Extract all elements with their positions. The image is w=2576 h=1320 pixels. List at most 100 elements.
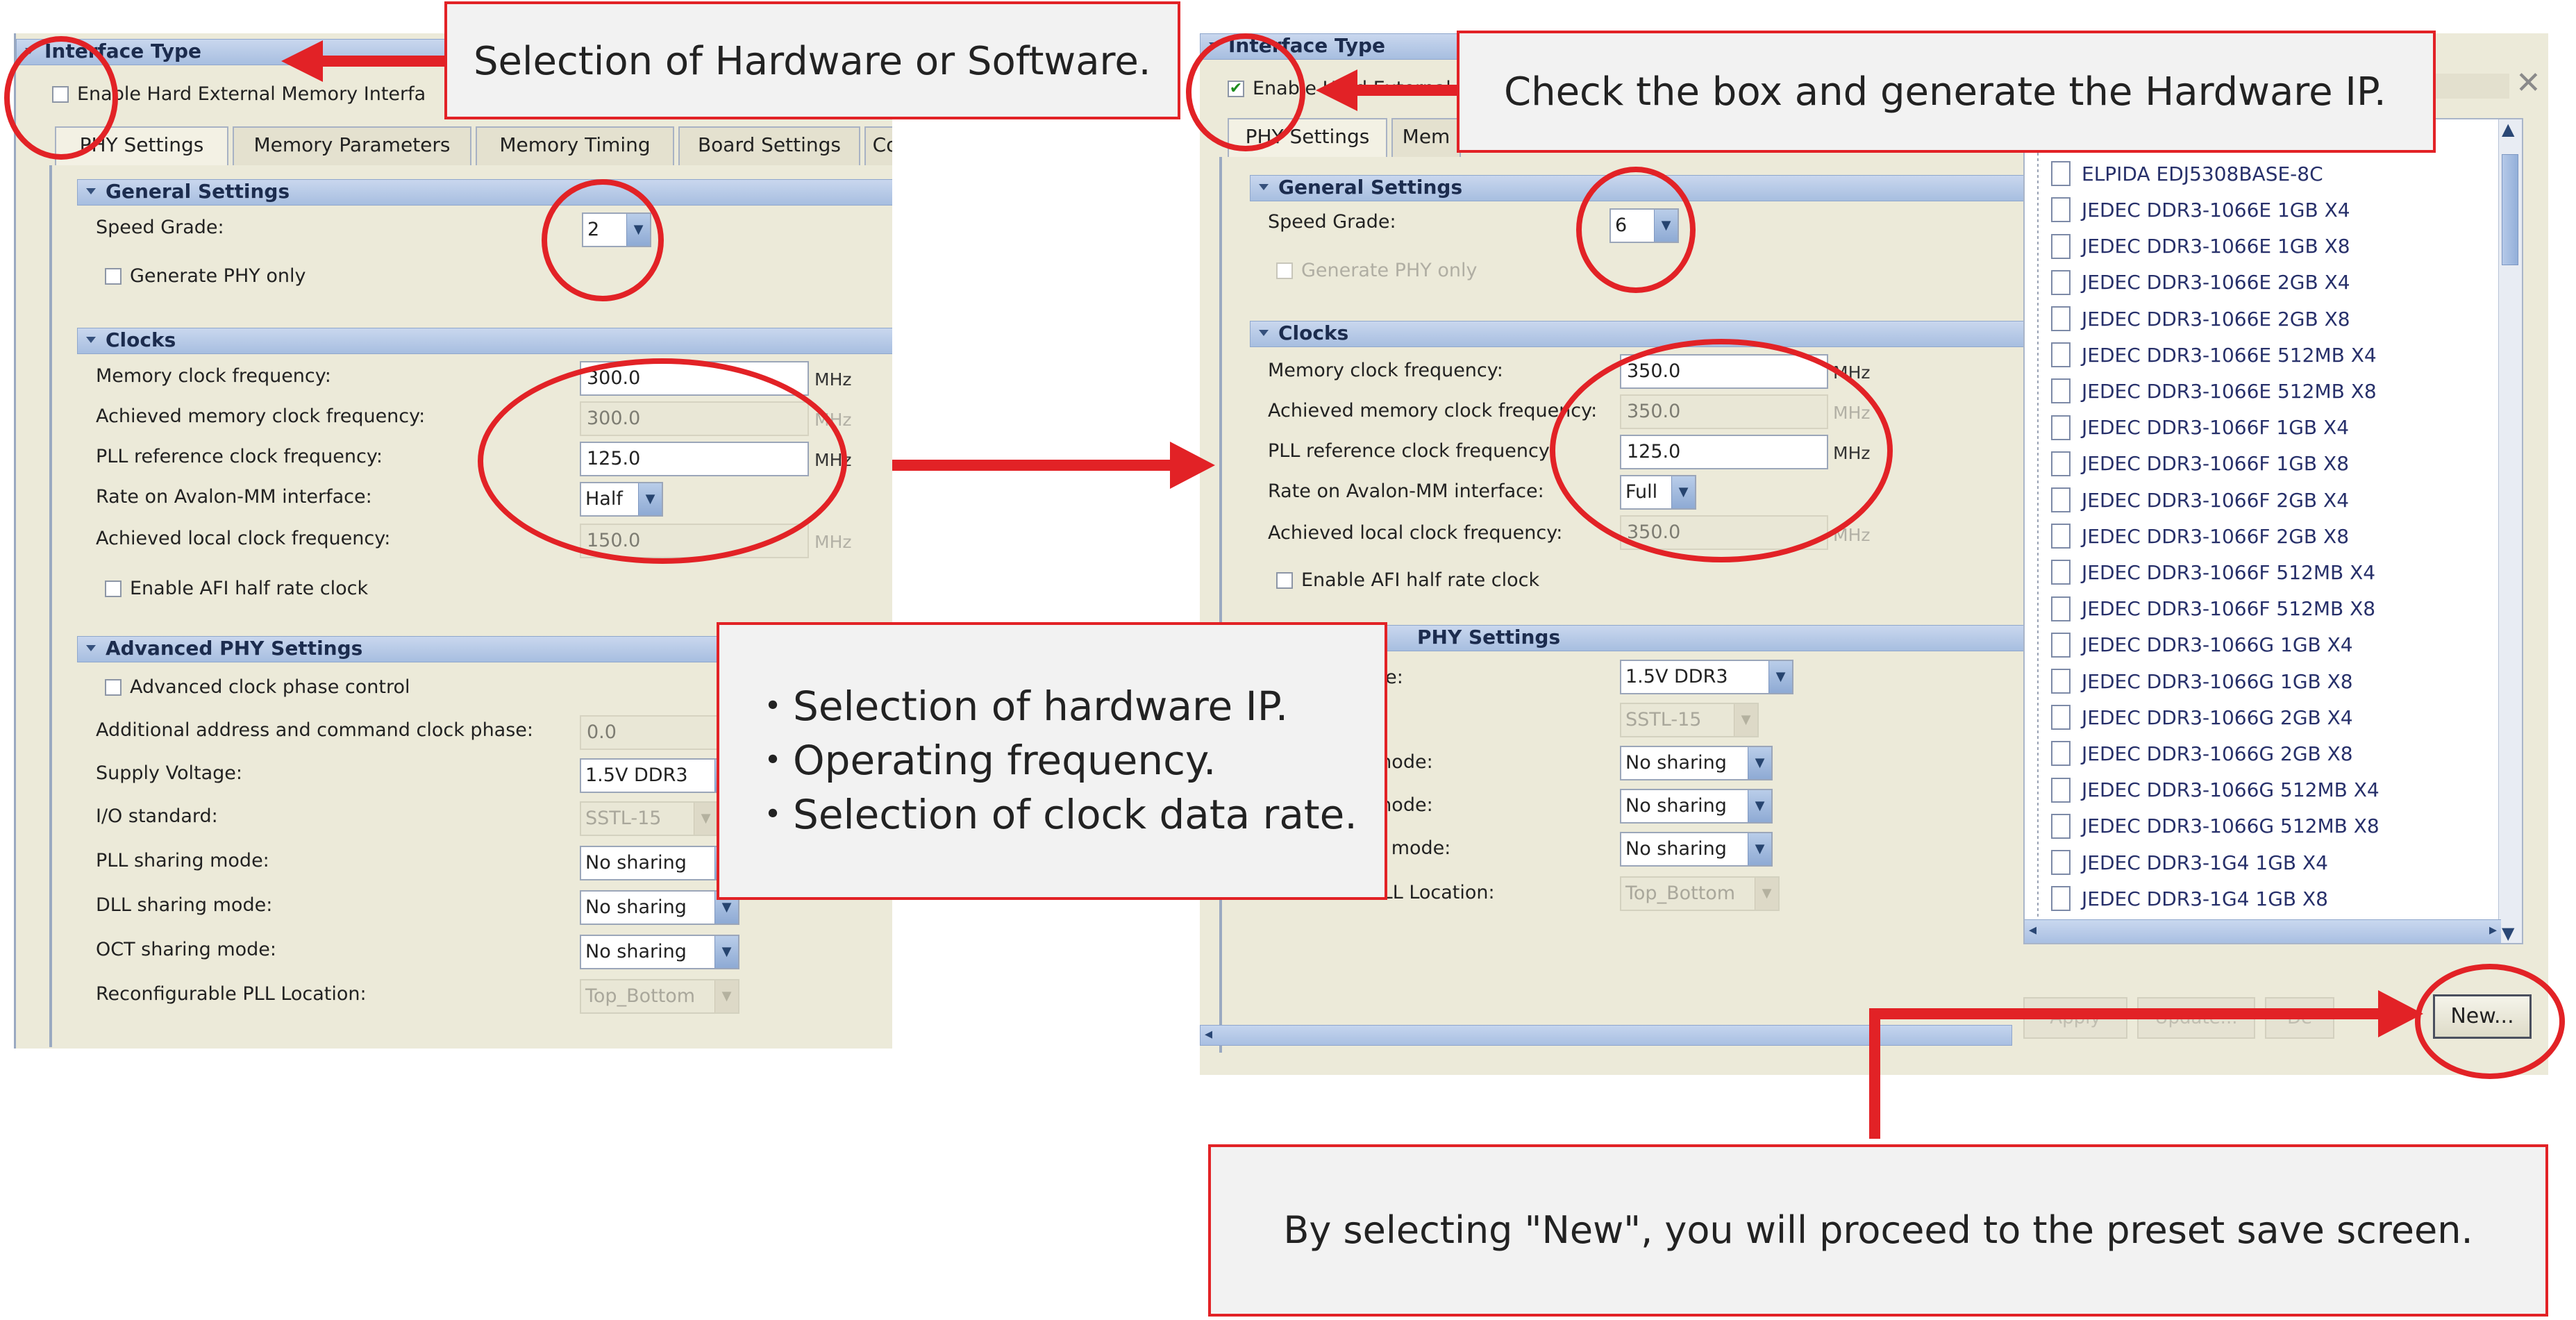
reconfigurable-pll-select: Top_Bottom ▼ bbox=[580, 979, 739, 1014]
speed-grade-label: Speed Grade: bbox=[1268, 211, 1396, 233]
preset-item[interactable]: JEDEC DDR3-1066F 2GB X8 bbox=[2051, 518, 2349, 554]
preset-item[interactable]: JEDEC DDR3-1066E 512MB X8 bbox=[2051, 373, 2377, 409]
chevron-left-icon[interactable]: ◂ bbox=[1205, 1026, 1212, 1043]
file-icon bbox=[2051, 378, 2071, 404]
supply-voltage-select[interactable]: 1.5V DDR3▼ bbox=[580, 758, 739, 793]
highlight-ring-right-clocks bbox=[1550, 339, 1893, 562]
file-icon bbox=[2051, 596, 2071, 621]
pll-sharing-select[interactable]: No sharing▼ bbox=[580, 846, 739, 880]
close-icon[interactable]: ✕ bbox=[2516, 65, 2541, 101]
pll-sharing-select[interactable]: No sharing▼ bbox=[1620, 746, 1773, 780]
dll-sharing-select[interactable]: No sharing ▼ bbox=[1620, 789, 1773, 824]
highlight-ring-right-speed-grade bbox=[1576, 167, 1696, 293]
checkbox-box[interactable] bbox=[105, 580, 122, 597]
tree-line bbox=[2037, 119, 2039, 918]
chevron-down-icon: ▼ bbox=[694, 803, 717, 835]
settings-horizontal-scrollbar[interactable]: ◂ bbox=[1200, 1025, 2012, 1046]
preset-item-label: JEDEC DDR3-1066G 512MB X4 bbox=[2082, 778, 2380, 802]
preset-list[interactable]: ELPIDA EDJ1108BASE-8CELPIDA EDJ5308BASE-… bbox=[2023, 118, 2523, 944]
chevron-down-icon[interactable]: ▼ bbox=[1748, 833, 1771, 865]
preset-item[interactable]: JEDEC DDR3-1066F 512MB X8 bbox=[2051, 591, 2375, 627]
preset-item[interactable]: JEDEC DDR3-1066F 2GB X4 bbox=[2051, 482, 2349, 518]
enable-afi-half-rate-checkbox[interactable]: Enable AFI half rate clock bbox=[1276, 569, 1539, 591]
preset-item[interactable]: JEDEC DDR3-1066E 512MB X4 bbox=[2051, 337, 2377, 373]
preset-item[interactable]: JEDEC DDR3-1066F 512MB X4 bbox=[2051, 554, 2375, 590]
preset-item-label: JEDEC DDR3-1066F 512MB X8 bbox=[2082, 597, 2376, 621]
preset-item[interactable]: JEDEC DDR3-1066E 1GB X4 bbox=[2051, 192, 2350, 228]
chevron-down-icon[interactable]: ▼ bbox=[1748, 747, 1771, 779]
tab-memory-parameters[interactable]: Mem bbox=[1391, 118, 1461, 157]
tab-co[interactable]: Co bbox=[864, 126, 892, 165]
chevron-left-icon[interactable]: ◂ bbox=[2029, 921, 2036, 939]
preset-item[interactable]: JEDEC DDR3-1G4 1GB X8 bbox=[2051, 880, 2328, 917]
tab-content-border bbox=[49, 165, 52, 1047]
achieved-local-clock-label: Achieved local clock frequency: bbox=[1268, 522, 1563, 544]
chevron-right-icon[interactable]: ▸ bbox=[2489, 921, 2497, 939]
preset-item[interactable]: JEDEC DDR3-1066G 1GB X4 bbox=[2051, 627, 2353, 663]
preset-item-label: JEDEC DDR3-1066F 1GB X4 bbox=[2082, 416, 2350, 440]
oct-sharing-label: OCT sharing mode: bbox=[96, 939, 277, 960]
callout-new-preset: By selecting "New", you will proceed to … bbox=[1208, 1144, 2548, 1317]
preset-item-label: JEDEC DDR3-1G4 1GB X4 bbox=[2082, 851, 2328, 874]
generate-phy-only-checkbox[interactable]: Generate PHY only bbox=[105, 265, 306, 287]
scrollbar-thumb[interactable] bbox=[2502, 154, 2518, 265]
file-icon bbox=[2051, 269, 2071, 295]
highlight-ring-new-button bbox=[2415, 964, 2565, 1079]
preset-item-label: JEDEC DDR3-1066G 1GB X4 bbox=[2082, 633, 2353, 657]
highlight-ring-right-checkbox bbox=[1186, 33, 1305, 151]
preset-item-label: JEDEC DDR3-1066E 2GB X8 bbox=[2082, 307, 2350, 331]
chevron-down-icon[interactable]: ▼ bbox=[1748, 790, 1771, 822]
chevron-down-icon[interactable]: ▼ bbox=[1768, 661, 1792, 693]
oct-sharing-select[interactable]: No sharing ▼ bbox=[580, 935, 739, 969]
tab-content-border bbox=[1219, 157, 1222, 1053]
clocks-header[interactable]: Clocks bbox=[1250, 321, 2062, 347]
preset-item[interactable]: JEDEC DDR3-1066G 1GB X8 bbox=[2051, 663, 2353, 699]
preset-item[interactable]: JEDEC DDR3-1G4 1GB X4 bbox=[2051, 844, 2328, 880]
tab-memory-timing[interactable]: Memory Timing bbox=[476, 126, 674, 165]
tab-board-settings[interactable]: Board Settings bbox=[678, 126, 860, 165]
file-icon bbox=[2051, 487, 2071, 512]
preset-vertical-scrollbar[interactable]: ▲ ▼ bbox=[2498, 119, 2522, 943]
preset-item[interactable]: JEDEC DDR3-1066G 512MB X8 bbox=[2051, 808, 2380, 844]
supply-voltage-select[interactable]: 1.5V DDR3▼ bbox=[1620, 660, 1793, 694]
chevron-down-icon: ▼ bbox=[1734, 704, 1757, 736]
file-icon bbox=[2051, 560, 2071, 585]
chevron-up-icon[interactable]: ▲ bbox=[2502, 119, 2514, 139]
preset-item[interactable]: JEDEC DDR3-1066E 1GB X8 bbox=[2051, 228, 2350, 265]
preset-item[interactable]: ELPIDA EDJ5308BASE-8C bbox=[2051, 156, 2323, 192]
preset-item-label: JEDEC DDR3-1066E 1GB X8 bbox=[2082, 235, 2350, 258]
general-settings-header[interactable]: General Settings bbox=[77, 179, 892, 206]
preset-item[interactable]: JEDEC DDR3-1066G 2GB X4 bbox=[2051, 699, 2353, 735]
preset-item[interactable]: JEDEC DDR3-1066G 2GB X8 bbox=[2051, 735, 2353, 771]
preset-item[interactable]: JEDEC DDR3-1066E 2GB X8 bbox=[2051, 301, 2350, 337]
achieved-memory-clock-label: Achieved memory clock frequency: bbox=[1268, 400, 1598, 421]
preset-item[interactable]: JEDEC DDR3-1066F 1GB X8 bbox=[2051, 446, 2349, 482]
preset-item[interactable]: JEDEC DDR3-1066G 512MB X4 bbox=[2051, 772, 2380, 808]
callout-bullet-data-rate: ・Selection of clock data rate. bbox=[753, 791, 1357, 838]
dll-sharing-select[interactable]: No sharing ▼ bbox=[580, 890, 739, 925]
tab-memory-parameters[interactable]: Memory Parameters bbox=[233, 126, 471, 165]
preset-horizontal-scrollbar[interactable]: ◂ ▸ bbox=[2025, 919, 2501, 943]
highlight-ring-left-speed-grade bbox=[542, 179, 664, 301]
reconfigurable-pll-select: Top_Bottom ▼ bbox=[1620, 876, 1780, 911]
preset-item-label: JEDEC DDR3-1066G 2GB X4 bbox=[2082, 705, 2353, 729]
clocks-header[interactable]: Clocks bbox=[77, 328, 892, 354]
preset-item[interactable]: JEDEC DDR3-1066E 2GB X4 bbox=[2051, 265, 2350, 301]
preset-item-label: JEDEC DDR3-1066F 512MB X4 bbox=[2082, 560, 2376, 584]
additional-address-phase-value: 0.0 bbox=[580, 715, 719, 750]
chevron-down-icon[interactable]: ▼ bbox=[714, 936, 738, 968]
preset-item-label: JEDEC DDR3-1066F 2GB X4 bbox=[2082, 488, 2350, 512]
checkbox-box[interactable] bbox=[105, 678, 122, 696]
checkbox-box[interactable] bbox=[105, 267, 122, 285]
chevron-down-icon[interactable]: ▼ bbox=[2502, 924, 2514, 943]
checkbox-box[interactable] bbox=[1276, 571, 1293, 589]
file-icon bbox=[2051, 451, 2071, 476]
preset-item-label: JEDEC DDR3-1066E 512MB X4 bbox=[2082, 343, 2377, 367]
advanced-clock-phase-checkbox[interactable]: Advanced clock phase control bbox=[105, 676, 410, 698]
io-standard-select: SSTL-15 ▼ bbox=[1620, 703, 1759, 737]
preset-item-label: JEDEC DDR3-1066G 1GB X8 bbox=[2082, 669, 2353, 693]
achieved-memory-clock-label: Achieved memory clock frequency: bbox=[96, 406, 426, 427]
oct-sharing-select[interactable]: No sharing ▼ bbox=[1620, 832, 1773, 867]
enable-afi-half-rate-checkbox[interactable]: Enable AFI half rate clock bbox=[105, 578, 368, 599]
preset-item[interactable]: JEDEC DDR3-1066F 1GB X4 bbox=[2051, 410, 2349, 446]
